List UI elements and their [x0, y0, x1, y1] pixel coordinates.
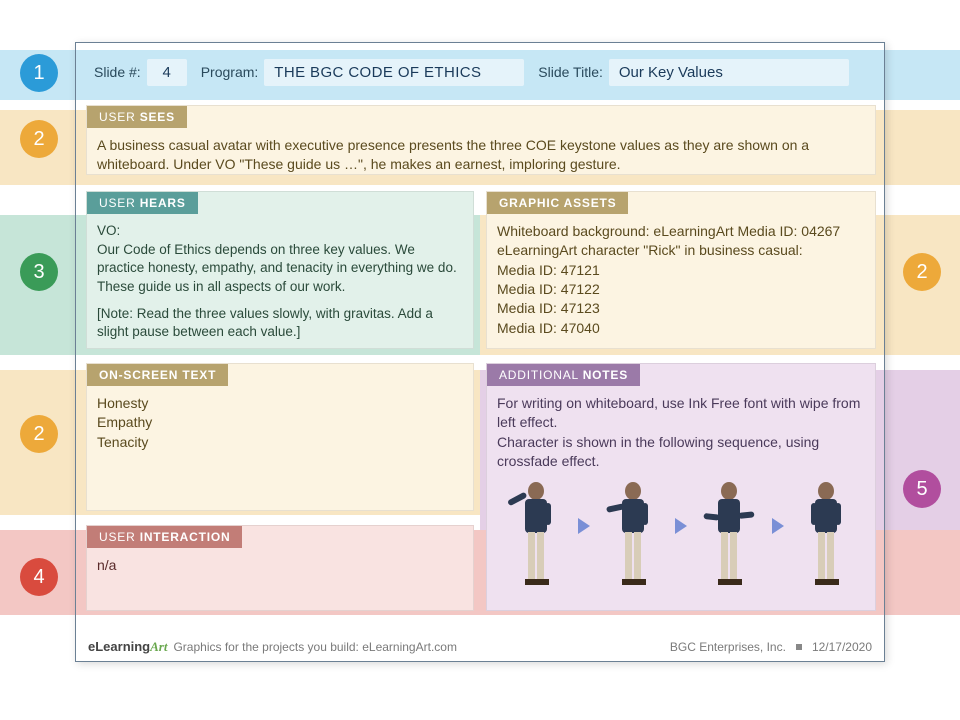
- asset-line: Media ID: 47040: [497, 319, 865, 338]
- user-hears-body: VO: Our Code of Ethics depends on three …: [87, 214, 473, 350]
- vo-label: VO:: [97, 222, 463, 241]
- onscreen-text-body: Honesty Empathy Tenacity: [87, 386, 473, 460]
- panel-onscreen-text: ON-SCREEN TEXT Honesty Empathy Tenacity: [86, 363, 474, 511]
- asset-line: Media ID: 47121: [497, 261, 865, 280]
- asset-line: Media ID: 47123: [497, 299, 865, 318]
- badge-5: 5: [903, 470, 941, 508]
- slide-title-value: Our Key Values: [609, 59, 849, 86]
- panel-user-sees: USER SEES A business casual avatar with …: [86, 105, 876, 175]
- avatar-pose-1: [501, 477, 571, 592]
- badge-1: 1: [20, 54, 58, 92]
- notes-line: For writing on whiteboard, use Ink Free …: [497, 394, 865, 433]
- panel-additional-notes: ADDITIONAL NOTES For writing on whiteboa…: [486, 363, 876, 611]
- program-label: Program:: [201, 64, 259, 80]
- user-interaction-body: n/a: [87, 548, 473, 583]
- footer-separator-icon: [796, 644, 802, 650]
- top-metadata-bar: Slide #: 4 Program: THE BGC CODE OF ETHI…: [86, 53, 874, 91]
- storyboard-page: Slide #: 4 Program: THE BGC CODE OF ETHI…: [75, 42, 885, 662]
- tab-user-interaction: USER INTERACTION: [87, 526, 242, 548]
- footer-date: 12/17/2020: [812, 640, 872, 654]
- ost-line: Honesty: [97, 394, 463, 413]
- asset-line: eLearningArt character "Rick" in busines…: [497, 241, 865, 260]
- tab-user-hears: USER HEARS: [87, 192, 198, 214]
- asset-line: Whiteboard background: eLearningArt Medi…: [497, 222, 865, 241]
- notes-line: Character is shown in the following sequ…: [497, 433, 865, 472]
- panel-user-interaction: USER INTERACTION n/a: [86, 525, 474, 611]
- tab-onscreen-text: ON-SCREEN TEXT: [87, 364, 228, 386]
- asset-line: Media ID: 47122: [497, 280, 865, 299]
- vo-script: Our Code of Ethics depends on three key …: [97, 241, 463, 297]
- program-value: THE BGC CODE OF ETHICS: [264, 59, 524, 86]
- badge-2-left-mid: 2: [20, 415, 58, 453]
- badge-3: 3: [20, 253, 58, 291]
- arrow-icon: [772, 518, 784, 534]
- arrow-icon: [578, 518, 590, 534]
- elearningart-logo: eLearningArt: [88, 639, 167, 655]
- character-sequence: [497, 471, 865, 592]
- ost-line: Tenacity: [97, 433, 463, 452]
- avatar-pose-3: [694, 477, 764, 592]
- panel-graphic-assets: GRAPHIC ASSETS Whiteboard background: eL…: [486, 191, 876, 349]
- ost-line: Empathy: [97, 413, 463, 432]
- page-footer: eLearningArt Graphics for the projects y…: [88, 639, 872, 655]
- tab-additional-notes: ADDITIONAL NOTES: [487, 364, 640, 386]
- footer-tagline: Graphics for the projects you build: eLe…: [173, 640, 456, 654]
- tab-graphic-assets: GRAPHIC ASSETS: [487, 192, 628, 214]
- badge-2-right: 2: [903, 253, 941, 291]
- footer-company: BGC Enterprises, Inc.: [670, 640, 786, 654]
- badge-2-left-top: 2: [20, 120, 58, 158]
- tab-user-sees: USER SEES: [87, 106, 187, 128]
- slide-num-value: 4: [147, 59, 187, 86]
- user-sees-body: A business casual avatar with executive …: [87, 128, 875, 183]
- panel-user-hears: USER HEARS VO: Our Code of Ethics depend…: [86, 191, 474, 349]
- arrow-icon: [675, 518, 687, 534]
- additional-notes-body: For writing on whiteboard, use Ink Free …: [487, 386, 875, 600]
- graphic-assets-body: Whiteboard background: eLearningArt Medi…: [487, 214, 875, 346]
- slide-title-label: Slide Title:: [538, 64, 603, 80]
- avatar-pose-4: [791, 477, 861, 592]
- vo-direction-note: [Note: Read the three values slowly, wit…: [97, 305, 463, 342]
- avatar-pose-2: [598, 477, 668, 592]
- badge-4: 4: [20, 558, 58, 596]
- slide-num-label: Slide #:: [94, 64, 141, 80]
